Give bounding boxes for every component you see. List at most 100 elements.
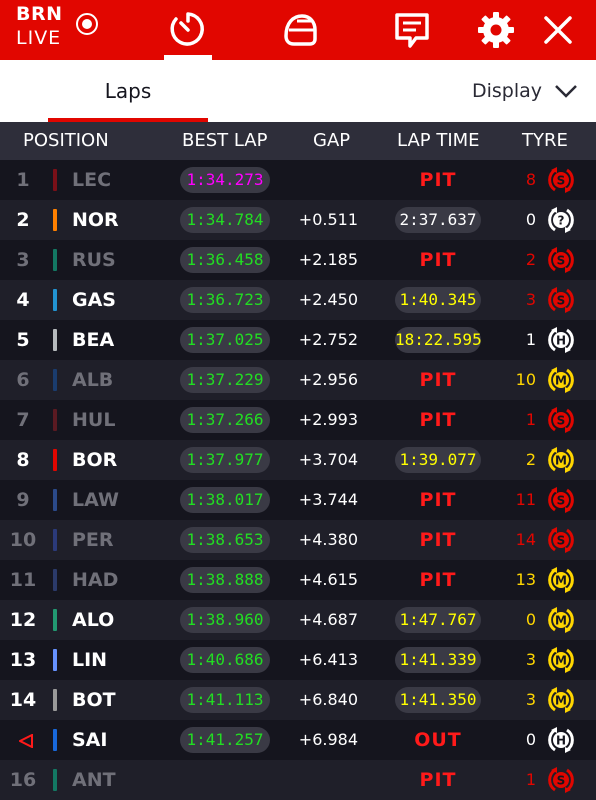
table-row[interactable]: 12 ALO 1:38.960 +4.687 1:47.767 0 M (0, 600, 596, 640)
tyre-compound-icon: M (547, 566, 575, 594)
tab-laps[interactable]: Laps (48, 60, 208, 122)
display-label: Display (471, 80, 542, 102)
timer-tab[interactable] (164, 0, 212, 60)
tyre-compound-icon: M (547, 646, 575, 674)
table-row[interactable]: 7 HUL 1:37.266 +2.993 PIT 1 S (0, 400, 596, 440)
best-lap-time: 1:37.977 (180, 447, 270, 473)
display-dropdown[interactable]: Display (472, 60, 578, 122)
team-color-bar (53, 169, 57, 191)
pit-status: OUT (414, 729, 462, 751)
table-row[interactable]: SAI 1:41.257 +6.984 OUT 0 H (0, 720, 596, 760)
position-number: 3 (16, 249, 30, 271)
tyre-compound-icon: ? (547, 206, 575, 234)
tyre-laps: 3 (525, 690, 536, 709)
team-color-bar (53, 529, 57, 551)
tyre-compound-icon: M (547, 686, 575, 714)
table-row[interactable]: 10 PER 1:38.653 +4.380 PIT 14 S (0, 520, 596, 560)
tyre-laps: 1 (525, 330, 536, 349)
tyre-compound-icon: H (547, 326, 575, 354)
best-lap-time: 1:38.653 (180, 527, 270, 553)
svg-text:M: M (555, 694, 567, 708)
col-best-lap[interactable]: BEST LAP (182, 122, 267, 160)
helmet-tab[interactable] (276, 0, 324, 60)
best-lap-time: 1:34.784 (180, 207, 270, 233)
table-row[interactable]: 14 BOT 1:41.113 +6.840 1:41.350 3 M (0, 680, 596, 720)
tyre-laps: 0 (525, 210, 536, 229)
messages-tab[interactable] (388, 0, 436, 60)
team-color-bar (53, 569, 57, 591)
best-lap-time: 1:41.113 (180, 687, 270, 713)
best-lap-time: 1:41.257 (180, 727, 270, 753)
table-row[interactable]: 1 LEC 1:34.273 PIT 8 S (0, 160, 596, 200)
gap-value: +2.185 (298, 250, 358, 269)
position-number: 5 (16, 329, 30, 351)
best-lap-time: 1:40.686 (180, 647, 270, 673)
table-row[interactable]: 8 BOR 1:37.977 +3.704 1:39.077 2 M (0, 440, 596, 480)
driver-code: PER (72, 529, 114, 551)
best-lap-time: 1:36.458 (180, 247, 270, 273)
team-color-bar (53, 609, 57, 631)
driver-code: BOR (72, 449, 118, 471)
team-color-bar (53, 649, 57, 671)
tyre-laps: 2 (525, 450, 536, 469)
pit-status: PIT (419, 169, 457, 191)
table-row[interactable]: 2 NOR 1:34.784 +0.511 2:37.637 0? (0, 200, 596, 240)
col-position[interactable]: POSITION (23, 122, 109, 160)
col-lap-time[interactable]: LAP TIME (397, 122, 480, 160)
table-row[interactable]: 9 LAW 1:38.017 +3.744 PIT 11 S (0, 480, 596, 520)
last-lap-time: 1:41.350 (395, 687, 481, 713)
best-lap-time: 1:38.888 (180, 567, 270, 593)
tyre-laps: 8 (525, 170, 536, 189)
pit-status: PIT (419, 489, 457, 511)
close-icon (544, 16, 572, 44)
team-color-bar (53, 409, 57, 431)
table-row[interactable]: 11 HAD 1:38.888 +4.615 PIT 13 M (0, 560, 596, 600)
position-number: 14 (9, 689, 37, 711)
position-number: 13 (9, 649, 37, 671)
position-number: 6 (16, 369, 30, 391)
chat-icon (395, 13, 429, 48)
driver-code: SAI (72, 729, 108, 751)
gap-value: +2.752 (298, 330, 358, 349)
table-row[interactable]: 3 RUS 1:36.458 +2.185 PIT 2 S (0, 240, 596, 280)
last-lap-time: 18:22.595 (395, 327, 482, 353)
settings-button[interactable] (472, 0, 520, 60)
table-row[interactable]: 6 ALB 1:37.229 +2.956 PIT 10 M (0, 360, 596, 400)
best-lap-time: 1:38.017 (180, 487, 270, 513)
tyre-compound-icon: S (547, 246, 575, 274)
col-tyre[interactable]: TYRE (522, 122, 568, 160)
close-button[interactable] (536, 0, 580, 60)
team-color-bar (53, 689, 57, 711)
driver-code: BOT (72, 689, 116, 711)
table-row[interactable]: 13 LIN 1:40.686 +6.413 1:41.339 3 M (0, 640, 596, 680)
team-color-bar (53, 249, 57, 271)
tyre-compound-icon: S (547, 486, 575, 514)
gap-value: +4.687 (298, 610, 358, 629)
svg-text:S: S (557, 174, 566, 188)
driver-code: GAS (72, 289, 116, 311)
table-row[interactable]: 16 ANT PIT 1 S (0, 760, 596, 800)
svg-text:S: S (557, 494, 566, 508)
tyre-laps: 13 (515, 570, 536, 589)
table-row[interactable]: 4 GAS 1:36.723 +2.450 1:40.345 3 S (0, 280, 596, 320)
gear-icon (478, 12, 514, 48)
driver-code: HAD (72, 569, 119, 591)
gap-value: +4.380 (298, 530, 358, 549)
svg-text:M: M (555, 454, 567, 468)
team-color-bar (53, 729, 57, 751)
best-lap-time: 1:37.229 (180, 367, 270, 393)
svg-text:S: S (557, 414, 566, 428)
driver-code: LAW (72, 489, 119, 511)
gap-value: +3.744 (298, 490, 358, 509)
last-lap-time: 1:39.077 (395, 447, 481, 473)
team-color-bar (53, 449, 57, 471)
table-row[interactable]: 5 BEA 1:37.025 +2.752 18:22.595 1 H (0, 320, 596, 360)
team-color-bar (53, 329, 57, 351)
gap-value: +6.413 (298, 650, 358, 669)
position-number: 4 (16, 289, 30, 311)
svg-text:H: H (556, 334, 566, 348)
col-gap[interactable]: GAP (313, 122, 350, 160)
driver-code: HUL (72, 409, 116, 431)
sub-bar: Laps Display (0, 60, 596, 122)
driver-code: RUS (72, 249, 116, 271)
